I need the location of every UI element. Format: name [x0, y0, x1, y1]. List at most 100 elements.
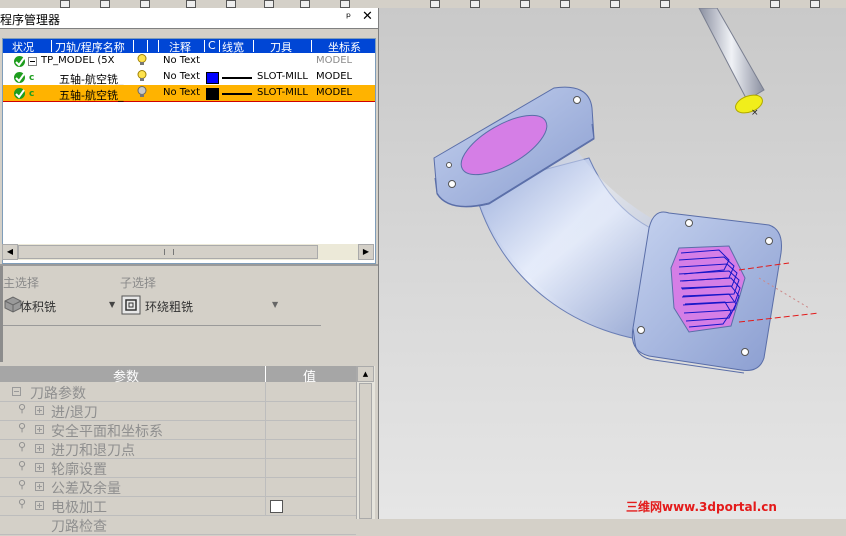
param-group-row[interactable]: 刀路参数 [0, 382, 356, 402]
param-table-header: 参数 值 [0, 366, 356, 385]
param-label: 轮廓设置 [51, 462, 107, 478]
toolbar-button[interactable] [610, 0, 620, 8]
scroll-thumb[interactable] [359, 383, 372, 519]
sub-dropdown-arrow[interactable]: ▼ [272, 300, 278, 309]
expand-icon[interactable] [35, 406, 44, 415]
selection-underline [3, 325, 321, 326]
main-dropdown-arrow[interactable]: ▼ [109, 300, 115, 309]
program-tree: 状况 刀轨/程序名称 注释 C 线宽 刀具 坐标系 TP_MODEL (5X N… [2, 38, 376, 264]
toolbar-button[interactable] [560, 0, 570, 8]
bulb-icon[interactable] [137, 54, 147, 66]
row-tool: SLOT-MILL [257, 87, 308, 98]
color-swatch[interactable] [206, 88, 219, 100]
expand-icon[interactable] [35, 463, 44, 472]
toolbar-button[interactable] [470, 0, 480, 8]
sub-select-label: 子选择 [120, 276, 157, 290]
status-check-icon [14, 56, 25, 67]
tree-row[interactable]: TP_MODEL (5X No Text MODEL [3, 53, 375, 69]
watermark-text: 三维网www.3dportal.cn [626, 500, 777, 514]
param-label: 安全平面和坐标系 [51, 424, 163, 440]
param-label: 进/退刀 [51, 405, 98, 421]
collapse-icon[interactable] [12, 387, 21, 396]
linewidth-sample [222, 93, 252, 95]
expand-icon[interactable] [35, 501, 44, 510]
toolbar-button[interactable] [810, 0, 820, 8]
toolbar-button[interactable] [300, 0, 310, 8]
tree-row[interactable]: c 五轴-航空铣_ No Text SLOT-MILL MODEL [3, 69, 375, 86]
contour-rough-icon [121, 295, 141, 315]
key-icon: ⚲ [18, 402, 27, 415]
row-coord: MODEL [316, 87, 353, 98]
selection-area: 主选择 体积铣 ▼ 子选择 环绕粗铣 ▼ [0, 266, 376, 362]
collapse-icon[interactable] [28, 57, 37, 66]
bulb-icon[interactable] [137, 70, 147, 82]
expand-icon[interactable] [35, 425, 44, 434]
sub-select-value[interactable]: 环绕粗铣 [145, 298, 193, 315]
scroll-up-arrow[interactable]: ▲ [357, 366, 374, 382]
program-name: TP_MODEL (5X [41, 55, 115, 66]
toolbar-button[interactable] [770, 0, 780, 8]
key-icon: ⚲ [18, 478, 27, 491]
param-row[interactable]: ⚲ 进刀和退刀点 [0, 439, 356, 459]
toolbar-button[interactable] [340, 0, 350, 8]
param-label: 电极加工 [51, 500, 107, 516]
param-group-label: 刀路参数 [30, 386, 86, 402]
electrode-checkbox[interactable] [270, 500, 283, 513]
toolbar-button[interactable] [226, 0, 236, 8]
tree-row-selected[interactable]: c 五轴-航空铣_ No Text SLOT-MILL MODEL [3, 85, 375, 102]
parameter-table: 参数 值 刀路参数 ⚲ 进/退刀 ⚲ 安全平面和坐标系 ⚲ 进刀和退刀点 ⚲ 轮… [0, 366, 356, 535]
scroll-left-arrow[interactable]: ◀ [2, 244, 18, 260]
param-row[interactable]: ⚲ 公差及余量 [0, 477, 356, 497]
bulb-icon[interactable] [137, 86, 147, 98]
toolbar-button[interactable] [60, 0, 70, 8]
expand-icon[interactable] [35, 482, 44, 491]
key-icon: ⚲ [18, 421, 27, 434]
col-c[interactable]: C [208, 39, 216, 52]
toolbar-button[interactable] [140, 0, 150, 8]
main-select-value[interactable]: 体积铣 [20, 298, 56, 315]
toolbar-button[interactable] [100, 0, 110, 8]
param-row[interactable]: ⚲ 轮廓设置 [0, 458, 356, 478]
row-coord: MODEL [316, 55, 353, 66]
key-icon: ⚲ [18, 497, 27, 510]
3d-viewport[interactable]: × [379, 8, 846, 519]
status-check-icon [14, 72, 25, 83]
param-vertical-scrollbar[interactable]: ▲ [356, 366, 375, 519]
expand-icon[interactable] [35, 444, 44, 453]
panel-titlebar: 程序管理器 ᵖ ✕ [0, 8, 378, 29]
color-swatch[interactable] [206, 72, 219, 84]
key-icon: ⚲ [18, 459, 27, 472]
param-row[interactable]: ⚲ 进/退刀 [0, 401, 356, 421]
toolbar-button[interactable] [660, 0, 670, 8]
row-tool: SLOT-MILL [257, 71, 308, 82]
panel-title: 程序管理器 [0, 13, 61, 27]
toolbar-button[interactable] [264, 0, 274, 8]
tree-horizontal-scrollbar[interactable]: ◀ ▶ [2, 244, 374, 260]
close-icon[interactable]: ✕ [362, 9, 373, 24]
pin-icon[interactable]: ᵖ [346, 10, 351, 24]
scroll-right-arrow[interactable]: ▶ [358, 244, 374, 260]
status-check-icon [14, 88, 25, 99]
row-note: No Text [163, 55, 201, 66]
svg-text:×: × [751, 108, 759, 118]
row-note: No Text [163, 71, 201, 82]
c-marker: c [29, 89, 35, 99]
scroll-thumb[interactable] [18, 245, 318, 259]
cutting-tool: × [698, 8, 765, 118]
toolbar-button[interactable] [430, 0, 440, 8]
row-coord: MODEL [316, 71, 353, 82]
param-label: 进刀和退刀点 [51, 443, 135, 459]
param-row[interactable]: 刀路检查 [0, 515, 356, 535]
toolbar-button[interactable] [520, 0, 530, 8]
tree-header: 状况 刀轨/程序名称 注释 C 线宽 刀具 坐标系 [3, 39, 375, 54]
row-note: No Text [163, 87, 201, 98]
elbow-part[interactable] [433, 86, 782, 374]
program-name: 五轴-航空铣_ [59, 89, 124, 102]
toolbar-button[interactable] [186, 0, 196, 8]
c-marker: c [29, 73, 35, 83]
param-label: 刀路检查 [51, 519, 107, 535]
param-row[interactable]: ⚲ 电极加工 [0, 496, 356, 516]
linewidth-sample [222, 77, 252, 79]
param-label: 公差及余量 [51, 481, 121, 497]
param-row[interactable]: ⚲ 安全平面和坐标系 [0, 420, 356, 440]
